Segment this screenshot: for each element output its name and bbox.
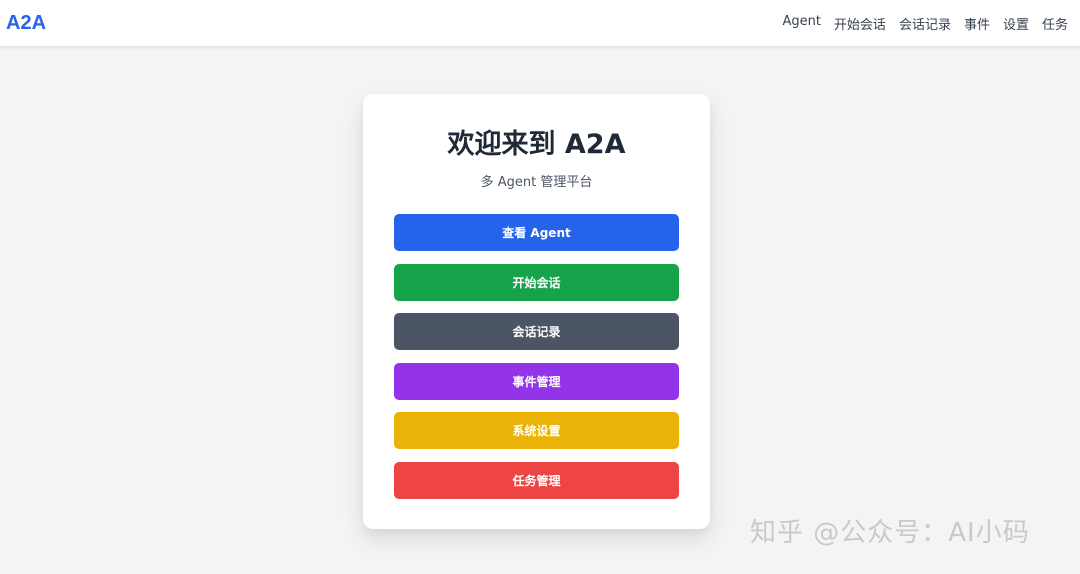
top-navbar: A2A Agent 开始会话 会话记录 事件 设置 任务 (0, 0, 1080, 46)
start-session-button[interactable]: 开始会话 (394, 264, 679, 301)
page-title: 欢迎来到 A2A (447, 129, 626, 160)
welcome-card: 欢迎来到 A2A 多 Agent 管理平台 查看 Agent 开始会话 会话记录… (363, 94, 710, 529)
nav-link-agent[interactable]: Agent (782, 14, 820, 33)
page-subtitle: 多 Agent 管理平台 (480, 175, 593, 190)
nav-link-settings[interactable]: 设置 (1003, 14, 1029, 33)
nav-link-start-session[interactable]: 开始会话 (834, 14, 886, 33)
watermark: 知乎 @公众号：AI小码 (750, 518, 1030, 548)
task-management-button[interactable]: 任务管理 (394, 462, 679, 499)
nav-links: Agent 开始会话 会话记录 事件 设置 任务 (782, 14, 1068, 33)
nav-link-events[interactable]: 事件 (964, 14, 990, 33)
view-agent-button[interactable]: 查看 Agent (394, 214, 679, 251)
system-settings-button[interactable]: 系统设置 (394, 412, 679, 449)
session-history-button[interactable]: 会话记录 (394, 313, 679, 350)
nav-link-tasks[interactable]: 任务 (1042, 14, 1068, 33)
brand-logo[interactable]: A2A (6, 12, 46, 35)
event-management-button[interactable]: 事件管理 (394, 363, 679, 400)
nav-link-session-history[interactable]: 会话记录 (899, 14, 951, 33)
